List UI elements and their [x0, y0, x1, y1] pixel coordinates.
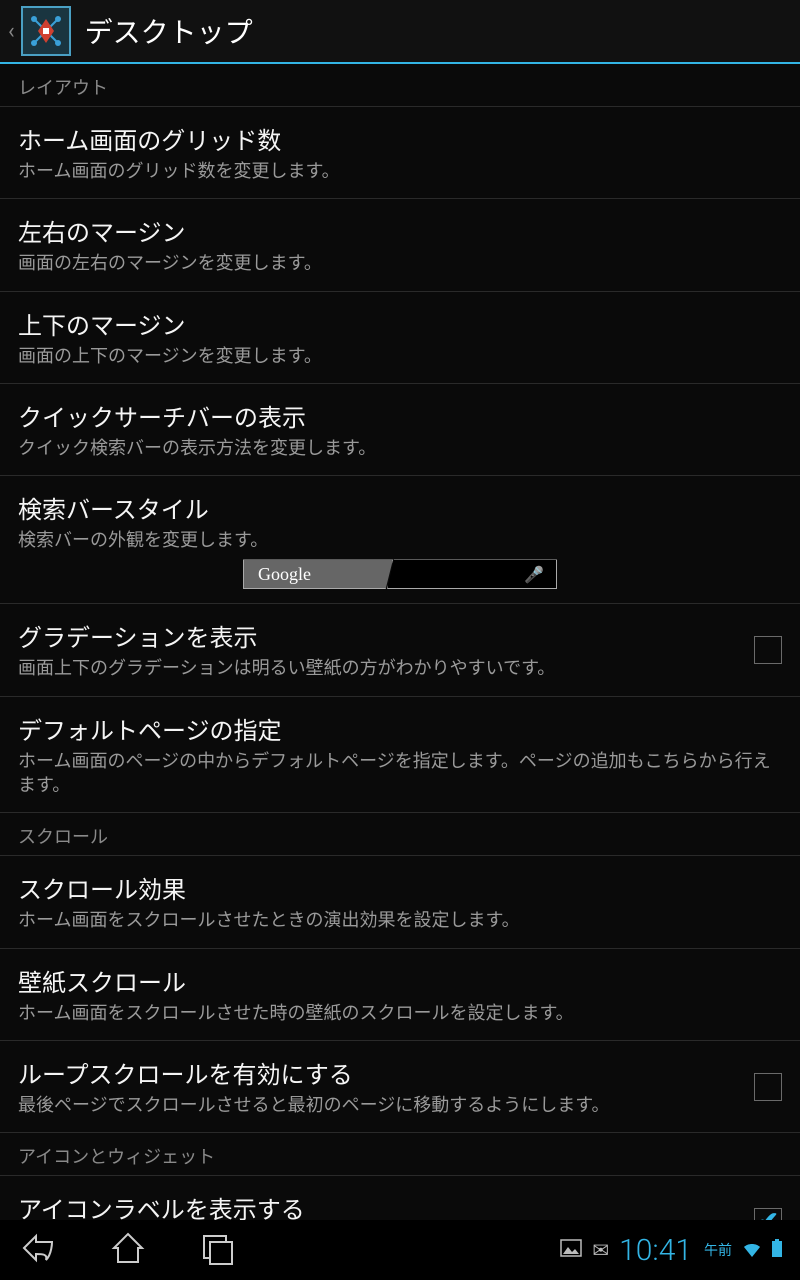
nav-home-button[interactable]: [108, 1230, 148, 1270]
checkbox-icon-labels[interactable]: [754, 1208, 782, 1220]
wifi-icon: [742, 1238, 762, 1262]
setting-grid-count[interactable]: ホーム画面のグリッド数 ホーム画面のグリッド数を変更します。: [0, 107, 800, 199]
setting-wallpaper-scroll[interactable]: 壁紙スクロール ホーム画面をスクロールさせた時の壁紙のスクロールを設定します。: [0, 949, 800, 1041]
setting-scroll-effect[interactable]: スクロール効果 ホーム画面をスクロールさせたときの演出効果を設定します。: [0, 856, 800, 948]
setting-title: 左右のマージン: [18, 213, 782, 248]
setting-qsb-display[interactable]: クイックサーチバーの表示 クイック検索バーの表示方法を変更します。: [0, 384, 800, 476]
setting-subtitle: ホーム画面のグリッド数を変更します。: [18, 160, 782, 184]
section-header-icons-widgets: アイコンとウィジェット: [0, 1133, 800, 1176]
microphone-icon: 🎤: [524, 565, 544, 584]
setting-subtitle: ホーム画面をスクロールさせた時の壁紙のスクロールを設定します。: [18, 1002, 782, 1026]
setting-subtitle: ホーム画面のページの中からデフォルトページを指定します。ページの追加もこちらから…: [18, 750, 782, 799]
section-header-scroll: スクロール: [0, 813, 800, 856]
setting-title: ホーム画面のグリッド数: [18, 121, 782, 156]
setting-title: 上下のマージン: [18, 306, 782, 341]
setting-title: 壁紙スクロール: [18, 963, 782, 998]
setting-title: グラデーションを表示: [18, 618, 744, 653]
setting-default-page[interactable]: デフォルトページの指定 ホーム画面のページの中からデフォルトページを指定します。…: [0, 697, 800, 814]
nav-recents-button[interactable]: [198, 1230, 238, 1270]
page-title: デスクトップ: [85, 11, 253, 51]
search-voice-box: 🎤: [387, 559, 557, 589]
setting-subtitle: ホーム画面をスクロールさせたときの演出効果を設定します。: [18, 909, 782, 933]
setting-show-icon-labels[interactable]: アイコンラベルを表示する アプリのショートカットの下にラベルを表示します。: [0, 1176, 800, 1220]
setting-title: デフォルトページの指定: [18, 711, 782, 746]
setting-horizontal-margin[interactable]: 左右のマージン 画面の左右のマージンを変更します。: [0, 199, 800, 291]
search-bar-preview: Google 🎤: [18, 559, 782, 589]
setting-search-bar-style[interactable]: 検索バースタイル 検索バーの外観を変更します。 Google 🎤: [0, 476, 800, 604]
setting-subtitle: クイック検索バーの表示方法を変更します。: [18, 437, 782, 461]
setting-subtitle: 最後ページでスクロールさせると最初のページに移動するようにします。: [18, 1094, 744, 1118]
setting-show-gradation[interactable]: グラデーションを表示 画面上下のグラデーションは明るい壁紙の方がわかりやすいです…: [0, 604, 800, 696]
navigation-bar: ✉ 10:41 午前: [0, 1220, 800, 1280]
battery-icon: [772, 1238, 782, 1262]
search-brand-label: Google: [243, 559, 393, 589]
setting-loop-scroll[interactable]: ループスクロールを有効にする 最後ページでスクロールさせると最初のページに移動す…: [0, 1041, 800, 1133]
setting-subtitle: 画面の上下のマージンを変更します。: [18, 345, 782, 369]
setting-subtitle: 画面上下のグラデーションは明るい壁紙の方がわかりやすいです。: [18, 657, 744, 681]
setting-title: ループスクロールを有効にする: [18, 1055, 744, 1090]
image-icon: [560, 1238, 582, 1262]
status-ampm: 午前: [704, 1240, 732, 1260]
setting-title: スクロール効果: [18, 870, 782, 905]
setting-vertical-margin[interactable]: 上下のマージン 画面の上下のマージンを変更します。: [0, 292, 800, 384]
app-icon[interactable]: [21, 6, 71, 56]
setting-title: 検索バースタイル: [18, 490, 782, 525]
setting-subtitle: 画面の左右のマージンを変更します。: [18, 252, 782, 276]
back-chevron-icon[interactable]: ‹: [8, 19, 15, 44]
mail-icon: ✉: [592, 1238, 609, 1262]
checkbox-gradation[interactable]: [754, 636, 782, 664]
section-header-layout: レイアウト: [0, 64, 800, 107]
status-clock: 10:41: [619, 1233, 692, 1268]
setting-title: アイコンラベルを表示する: [18, 1190, 744, 1220]
action-bar: ‹ デスクトップ: [0, 0, 800, 64]
settings-list: レイアウト ホーム画面のグリッド数 ホーム画面のグリッド数を変更します。 左右の…: [0, 64, 800, 1220]
setting-title: クイックサーチバーの表示: [18, 398, 782, 433]
nav-back-button[interactable]: [18, 1230, 58, 1270]
setting-subtitle: 検索バーの外観を変更します。: [18, 529, 782, 553]
checkbox-loop-scroll[interactable]: [754, 1073, 782, 1101]
